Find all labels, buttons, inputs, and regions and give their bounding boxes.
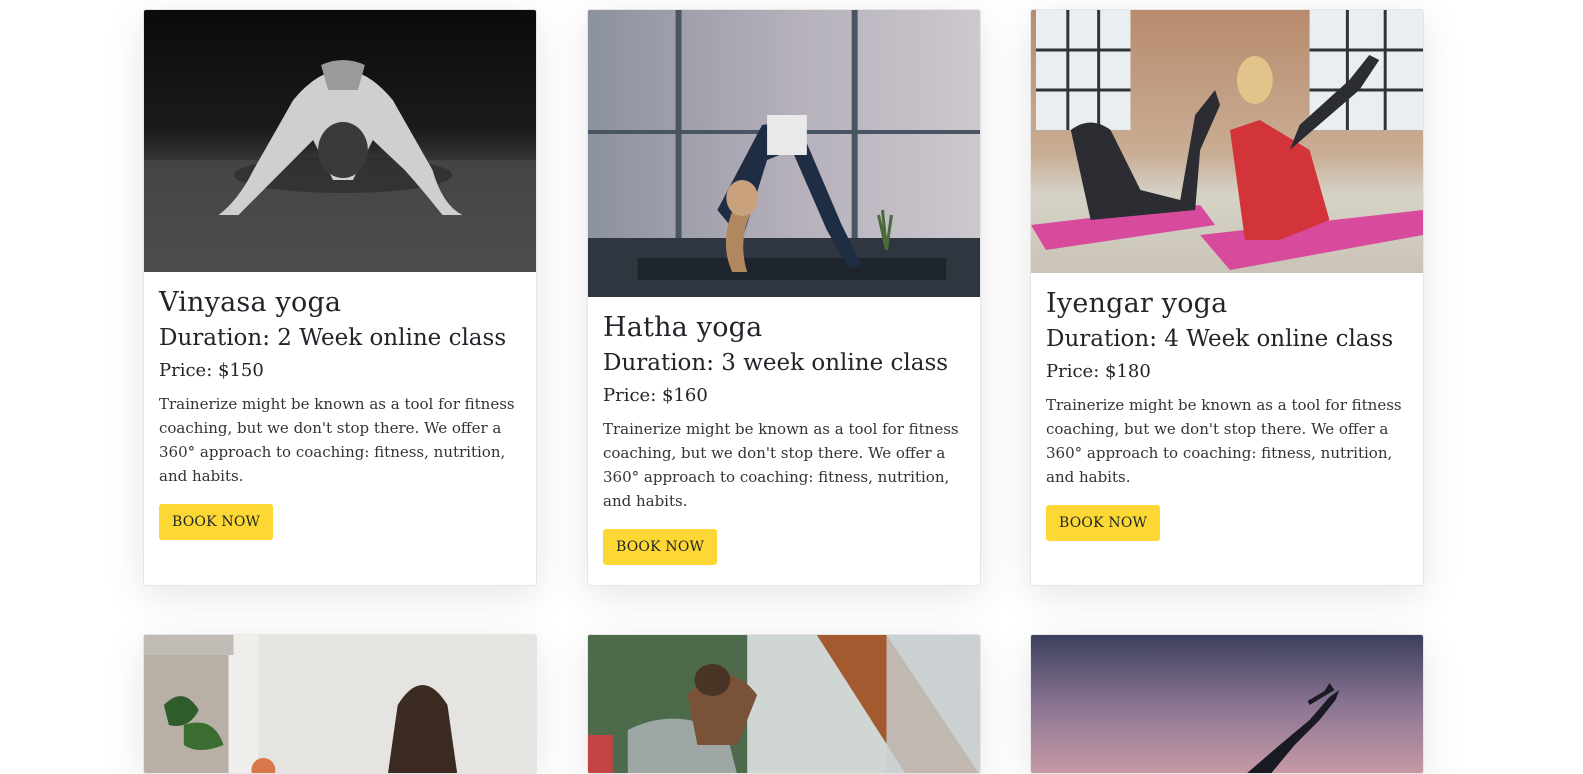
card-image	[144, 10, 536, 272]
class-price: Price: $150	[159, 360, 264, 381]
class-title: Vinyasa yoga	[159, 287, 342, 318]
class-card-row2-1	[143, 634, 537, 774]
class-card-iyengar: Iyengar yoga Duration: 4 Week online cla…	[1030, 9, 1424, 586]
book-now-button[interactable]: BOOK NOW	[1046, 505, 1161, 541]
class-duration: Duration: 4 Week online class	[1046, 326, 1394, 352]
class-title: Iyengar yoga	[1046, 288, 1228, 319]
card-image	[1031, 10, 1423, 273]
book-now-button[interactable]: BOOK NOW	[603, 529, 718, 565]
class-price: Price: $180	[1046, 361, 1151, 382]
card-image	[588, 10, 980, 297]
class-card-grid: Vinyasa yoga Duration: 2 Week online cla…	[0, 0, 1583, 774]
card-image	[1031, 635, 1423, 773]
class-card-vinyasa: Vinyasa yoga Duration: 2 Week online cla…	[143, 9, 537, 586]
class-card-row2-2	[587, 634, 981, 774]
class-title: Hatha yoga	[603, 312, 763, 343]
class-card-hatha: Hatha yoga Duration: 3 week online class…	[587, 9, 981, 586]
class-description: Trainerize might be known as a tool for …	[159, 395, 515, 485]
class-description: Trainerize might be known as a tool for …	[603, 420, 959, 510]
class-duration: Duration: 3 week online class	[603, 350, 949, 376]
book-now-button[interactable]: BOOK NOW	[159, 504, 274, 540]
card-image	[144, 635, 536, 773]
class-price: Price: $160	[603, 385, 708, 406]
class-card-row2-3	[1030, 634, 1424, 774]
class-duration: Duration: 2 Week online class	[159, 325, 507, 351]
class-description: Trainerize might be known as a tool for …	[1046, 396, 1402, 486]
card-image	[588, 635, 980, 773]
